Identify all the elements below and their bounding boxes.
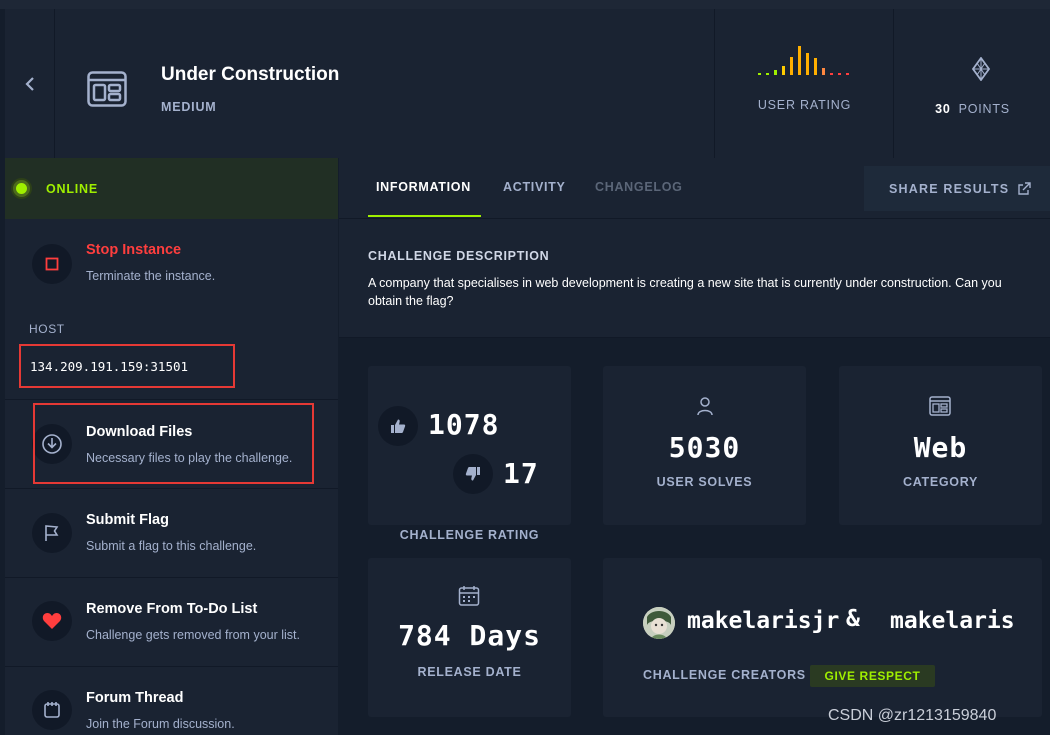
stop-icon (32, 244, 72, 284)
creator-separator: & (846, 606, 860, 632)
stop-instance-button[interactable]: Stop Instance Terminate the instance. (5, 219, 338, 309)
points-label: POINTS (958, 102, 1010, 116)
host-label: HOST (29, 322, 65, 336)
share-results-label: SHARE RESULTS (889, 181, 1010, 196)
difficulty-label: MEDIUM (161, 100, 217, 114)
creator-avatar[interactable] (643, 607, 675, 639)
forum-icon (32, 690, 72, 730)
give-respect-button[interactable]: GIVE RESPECT (810, 665, 935, 687)
thumbs-up-icon[interactable] (378, 406, 418, 446)
submit-flag-button[interactable]: Submit Flag Submit a flag to this challe… (5, 489, 338, 578)
back-icon (24, 76, 34, 91)
category-value: Web (913, 431, 968, 464)
user-rating: USER RATING (714, 9, 893, 158)
forum-thread-title: Forum Thread (86, 690, 184, 706)
back-button[interactable] (5, 9, 55, 158)
stop-instance-title: Stop Instance (86, 242, 182, 258)
remove-todo-button[interactable]: Remove From To-Do List Challenge gets re… (5, 578, 338, 667)
creator-1-name[interactable]: makelarisjr (687, 608, 839, 634)
user-icon (697, 397, 713, 416)
challenge-rating-label: CHALLENGE RATING (399, 528, 540, 542)
gem-icon (971, 57, 991, 81)
rating-bars-graphic (758, 46, 849, 75)
creator-2-name[interactable]: makelaris (890, 608, 1015, 634)
description-title: CHALLENGE DESCRIPTION (368, 249, 550, 263)
user-solves-card: 5030 USER SOLVES (603, 366, 806, 525)
points: 30 POINTS (893, 9, 1050, 158)
release-date-value: 784 Days (398, 619, 541, 652)
sidebar: ONLINE Stop Instance Terminate the insta… (5, 158, 338, 735)
challenge-creators-card: makelarisjr & makelaris CHALLENGE CREATO… (603, 558, 1042, 717)
tab-bar: INFORMATION ACTIVITY CHANGELOG SHARE RES… (339, 158, 1050, 219)
user-rating-label: USER RATING (757, 98, 852, 112)
challenge-description: CHALLENGE DESCRIPTION A company that spe… (339, 219, 1050, 338)
remove-todo-title: Remove From To-Do List (86, 601, 258, 617)
main-panel: INFORMATION ACTIVITY CHANGELOG SHARE RES… (339, 158, 1050, 735)
submit-flag-subtitle: Submit a flag to this challenge. (86, 539, 257, 553)
release-date-card: 784 Days RELEASE DATE (368, 558, 571, 717)
flag-icon (32, 513, 72, 553)
challenge-creators-label: CHALLENGE CREATORS (643, 668, 806, 682)
submit-flag-title: Submit Flag (86, 512, 169, 528)
active-tab-indicator (368, 215, 481, 217)
download-highlight-box (33, 403, 314, 484)
release-date-label: RELEASE DATE (417, 665, 522, 679)
description-text: A company that specialises in web develo… (368, 276, 1002, 308)
points-line: 30 POINTS (894, 102, 1050, 116)
category-card: Web CATEGORY (839, 366, 1042, 525)
likes-count: 1078 (428, 408, 500, 441)
category-icon (929, 396, 951, 416)
forum-thread-button[interactable]: Forum Thread Join the Forum discussion. (5, 667, 338, 735)
share-icon (1018, 182, 1031, 195)
calendar-icon (458, 586, 480, 606)
challenge-title: Under Construction (161, 64, 340, 85)
challenge-rating-card: 1078 17 (368, 366, 571, 525)
tab-changelog[interactable]: CHANGELOG (595, 180, 683, 194)
online-status-icon (13, 180, 30, 197)
top-strip (0, 0, 1050, 9)
stop-instance-subtitle: Terminate the instance. (86, 269, 216, 283)
user-solves-label: USER SOLVES (656, 475, 753, 489)
share-results-button[interactable]: SHARE RESULTS (864, 166, 1050, 211)
category-label: CATEGORY (902, 475, 979, 489)
watermark: CSDN @zr1213159840 (828, 707, 997, 724)
points-value: 30 (935, 102, 951, 116)
status-bar: ONLINE (5, 158, 338, 219)
status-label: ONLINE (46, 181, 99, 196)
thumbs-down-icon[interactable] (453, 454, 493, 494)
machine-icon (87, 71, 127, 112)
user-solves-count: 5030 (668, 431, 741, 464)
tab-activity[interactable]: ACTIVITY (503, 180, 566, 194)
forum-thread-subtitle: Join the Forum discussion. (86, 717, 235, 731)
remove-todo-subtitle: Challenge gets removed from your list. (86, 628, 300, 642)
heart-icon (32, 601, 72, 641)
host-address[interactable]: 134.209.191.159:31501 (19, 344, 235, 388)
tab-information[interactable]: INFORMATION (376, 180, 471, 194)
challenge-header: Under Construction MEDIUM USER RATING 30… (5, 9, 1050, 158)
dislikes-count: 17 (503, 457, 539, 490)
